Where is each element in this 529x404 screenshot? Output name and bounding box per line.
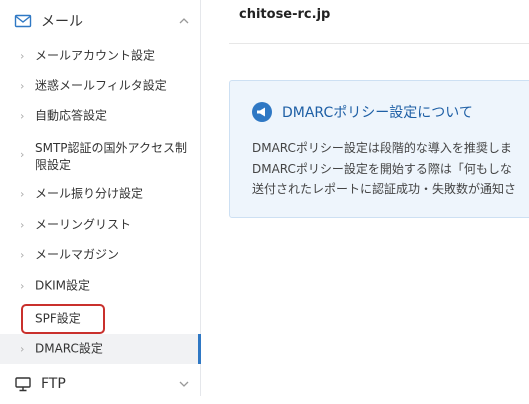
info-text-line: DMARCポリシー設定は段階的な導入を推奨しま <box>252 141 512 155</box>
sidebar-item-label: メールマガジン <box>35 247 120 262</box>
sidebar-item-spam-filter[interactable]: › 迷惑メールフィルタ設定 <box>0 71 201 101</box>
chevron-down-icon[interactable] <box>177 377 191 391</box>
chevron-right-icon: › <box>20 148 25 161</box>
chevron-right-icon: › <box>20 248 25 262</box>
sidebar-item-mailing-list[interactable]: › メーリングリスト <box>0 210 201 240</box>
chevron-up-icon[interactable] <box>177 14 191 28</box>
sidebar-item-label: DKIM設定 <box>35 278 91 293</box>
sidebar-item-mail-magazine[interactable]: › メールマガジン <box>0 240 201 270</box>
sidebar-item-label: 迷惑メールフィルタ設定 <box>35 78 167 93</box>
announcement-icon <box>252 102 272 122</box>
sidebar-item-label: メール振り分け設定 <box>35 186 144 201</box>
sidebar-item-label: 自動応答設定 <box>35 108 108 123</box>
dmarc-info-box: DMARCポリシー設定について DMARCポリシー設定は段階的な導入を推奨しま … <box>229 80 529 218</box>
chevron-right-icon: › <box>20 187 25 201</box>
sidebar-item-auto-reply[interactable]: › 自動応答設定 <box>0 101 201 131</box>
chevron-right-icon: › <box>20 79 25 93</box>
mail-icon <box>14 14 32 28</box>
chevron-right-icon: › <box>20 279 25 293</box>
sidebar-item-label: DMARC設定 <box>35 341 103 356</box>
chevron-right-icon: › <box>20 342 25 356</box>
sidebar-section-label: メール <box>41 14 83 30</box>
info-title: DMARCポリシー設定について <box>282 105 473 121</box>
monitor-icon <box>15 377 31 392</box>
domain-title: chitose-rc.jp <box>239 7 331 22</box>
sidebar-item-label: メールアカウント設定 <box>35 48 156 63</box>
sidebar-section-mail[interactable]: メール <box>0 1 201 41</box>
sidebar: メール › メールアカウント設定 › 迷惑メールフィルタ設定 › 自動応答設定 … <box>0 0 201 396</box>
sidebar-item-smtp-restriction[interactable]: › SMTP認証の国外アクセス制限設定 <box>0 134 201 174</box>
sidebar-section-label: FTP <box>41 376 66 392</box>
sidebar-section-ftp[interactable]: FTP <box>0 364 201 404</box>
sidebar-item-label: メーリングリスト <box>35 217 132 232</box>
info-text-line: 送付されたレポートに認証成功・失敗数が通知さ <box>252 182 517 196</box>
chevron-right-icon: › <box>20 49 25 63</box>
sidebar-item-mail-sorting[interactable]: › メール振り分け設定 <box>0 179 201 209</box>
chevron-right-icon: › <box>20 218 25 232</box>
sidebar-item-dkim[interactable]: › DKIM設定 <box>0 271 201 301</box>
divider <box>229 43 529 44</box>
sidebar-item-label: SMTP認証の国外アクセス制限設定 <box>35 141 187 172</box>
info-text-line: DMARCポリシー設定を開始する際は「何もしな <box>252 162 512 176</box>
spf-highlight-box <box>21 304 105 334</box>
sidebar-item-dmarc[interactable]: › DMARC設定 <box>0 334 201 364</box>
chevron-right-icon: › <box>20 109 25 123</box>
sidebar-item-mail-account[interactable]: › メールアカウント設定 <box>0 41 201 71</box>
